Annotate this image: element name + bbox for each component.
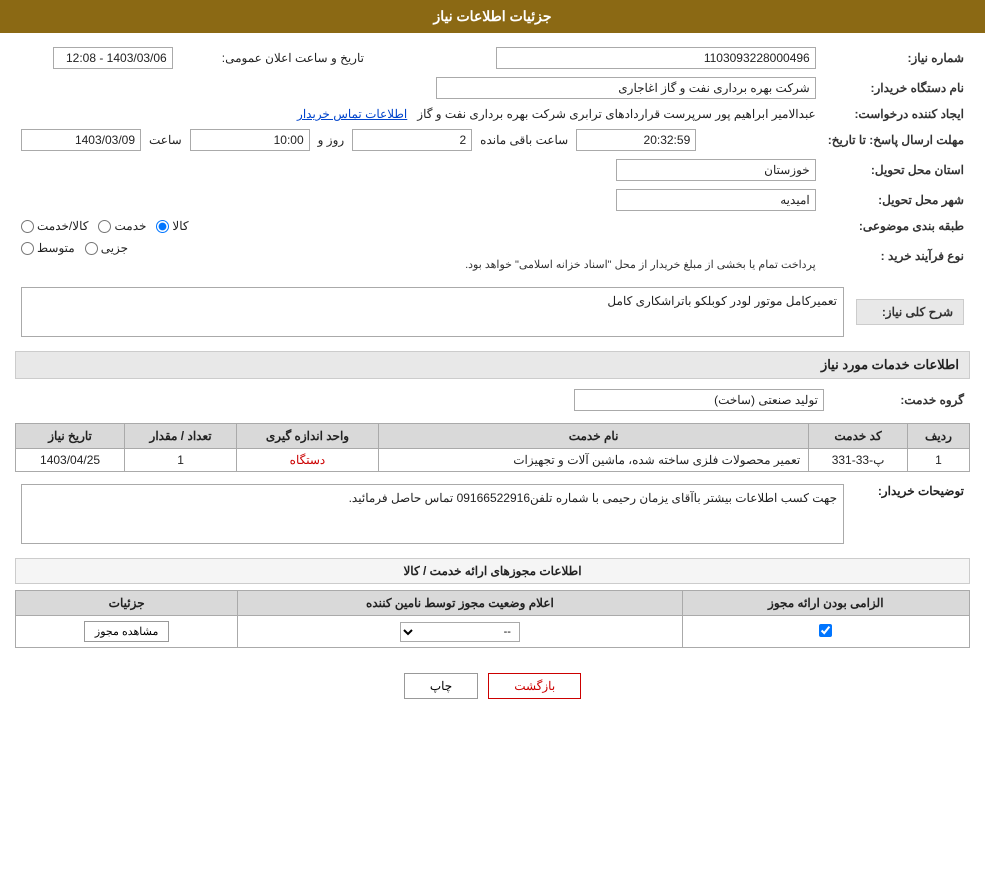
- category-label-goods: کالا: [172, 219, 188, 233]
- top-info-table: شماره نیاز: 1103093228000496 تاریخ و ساع…: [15, 43, 970, 275]
- deadline-row: 1403/03/09 ساعت 10:00 روز و 2 ساعت باقی …: [21, 129, 816, 151]
- need-number-label: شماره نیاز:: [822, 43, 970, 73]
- col-header-unit: واحد اندازه گیری: [237, 424, 379, 449]
- services-section-header: اطلاعات خدمات مورد نیاز: [15, 351, 970, 379]
- services-table: ردیف کد خدمت نام خدمت واحد اندازه گیری ت…: [15, 423, 970, 472]
- permits-required-cell: [682, 616, 969, 648]
- service-code: پ-33-331: [809, 449, 908, 472]
- announce-label: تاریخ و ساعت اعلان عمومی:: [179, 43, 370, 73]
- permits-details-cell: مشاهده مجوز: [16, 616, 238, 648]
- creator-name: عبدالامیر ابراهیم پور سرپرست قراردادهای …: [417, 107, 815, 121]
- page-header: جزئیات اطلاعات نیاز: [0, 0, 985, 33]
- purchase-label-medium: متوسط: [37, 241, 75, 255]
- action-buttons-row: بازگشت چاپ: [15, 658, 970, 714]
- permits-status-cell: --: [238, 616, 682, 648]
- page-title: جزئیات اطلاعات نیاز: [433, 8, 551, 24]
- contact-link[interactable]: اطلاعات تماس خریدار: [297, 107, 407, 121]
- general-desc-table: شرح کلی نیاز: تعمیرکامل موتور لودر کوبلک…: [15, 283, 970, 341]
- category-radio-service[interactable]: [98, 220, 111, 233]
- service-group-value: تولید صنعتی (ساخت): [574, 389, 824, 411]
- province-value: خوزستان: [616, 159, 816, 181]
- permits-table: الزامی بودن ارائه مجوز اعلام وضعیت مجوز …: [15, 590, 970, 648]
- purchase-radio-small[interactable]: [85, 242, 98, 255]
- print-button[interactable]: چاپ: [404, 673, 478, 699]
- col-header-qty: تعداد / مقدار: [125, 424, 237, 449]
- service-unit: دستگاه: [237, 449, 379, 472]
- service-quantity: 1: [125, 449, 237, 472]
- category-label: طبقه بندی موضوعی:: [822, 215, 970, 237]
- need-number-value: 1103093228000496: [410, 43, 822, 73]
- category-radio-goods[interactable]: [156, 220, 169, 233]
- category-radio-goods-service[interactable]: [21, 220, 34, 233]
- purchase-option-medium: متوسط: [21, 241, 75, 255]
- purchase-note: پرداخت تمام یا بخشی از مبلغ خریدار از مح…: [21, 258, 816, 271]
- need-number-field: 1103093228000496: [496, 47, 816, 69]
- buyer-org-value: شرکت بهره برداری نفت و گاز اغاجاری: [436, 77, 816, 99]
- deadline-remaining: 20:32:59: [576, 129, 696, 151]
- purchase-type-radio-group: متوسط جزیی: [21, 241, 816, 255]
- deadline-label: مهلت ارسال پاسخ: تا تاریخ:: [822, 125, 970, 155]
- creator-label: ایجاد کننده درخواست:: [822, 103, 970, 125]
- purchase-radio-medium[interactable]: [21, 242, 34, 255]
- general-desc-section-header: شرح کلی نیاز:: [856, 299, 964, 325]
- deadline-days: 2: [352, 129, 472, 151]
- table-row: 1 پ-33-331 تعمیر محصولات فلزی ساخته شده،…: [16, 449, 970, 472]
- view-permit-button[interactable]: مشاهده مجوز: [84, 621, 169, 642]
- deadline-time-label: ساعت: [149, 133, 182, 147]
- col-header-name: نام خدمت: [378, 424, 808, 449]
- city-value: امیدیه: [616, 189, 816, 211]
- category-radio-group: کالا/خدمت خدمت کالا: [21, 219, 816, 233]
- col-header-row: ردیف: [907, 424, 969, 449]
- buyer-notes-label: توضیحات خریدار:: [850, 480, 970, 548]
- category-label-service: خدمت: [114, 219, 146, 233]
- category-option-goods: کالا: [156, 219, 188, 233]
- col-header-date: تاریخ نیاز: [16, 424, 125, 449]
- permits-col-required: الزامی بودن ارائه مجوز: [682, 591, 969, 616]
- city-label: شهر محل تحویل:: [822, 185, 970, 215]
- service-group-table: گروه خدمت: تولید صنعتی (ساخت): [15, 385, 970, 415]
- back-button[interactable]: بازگشت: [488, 673, 581, 699]
- permits-status-dropdown[interactable]: --: [400, 622, 520, 642]
- service-group-label: گروه خدمت:: [830, 385, 970, 415]
- purchase-option-small: جزیی: [85, 241, 128, 255]
- permits-row: -- مشاهده مجوز: [16, 616, 970, 648]
- permits-col-details: جزئیات: [16, 591, 238, 616]
- row-num: 1: [907, 449, 969, 472]
- deadline-day-label: روز و: [318, 133, 345, 147]
- buyer-notes-box: جهت کسب اطلاعات بیشتر باآقای یزمان رحیمی…: [21, 484, 844, 544]
- buyer-org-label: نام دستگاه خریدار:: [822, 73, 970, 103]
- province-label: استان محل تحویل:: [822, 155, 970, 185]
- page-wrapper: جزئیات اطلاعات نیاز شماره نیاز: 11030932…: [0, 0, 985, 875]
- permits-required-checkbox[interactable]: [819, 624, 832, 637]
- service-date: 1403/04/25: [16, 449, 125, 472]
- announce-date: 1403/03/06 - 12:08: [53, 47, 173, 69]
- deadline-remaining-label: ساعت باقی مانده: [480, 133, 568, 147]
- general-desc-box: تعمیرکامل موتور لودر کوبلکو باتراشکاری ک…: [21, 287, 844, 337]
- deadline-time: 10:00: [190, 129, 310, 151]
- buyer-notes-table: توضیحات خریدار: جهت کسب اطلاعات بیشتر با…: [15, 480, 970, 548]
- service-name: تعمیر محصولات فلزی ساخته شده، ماشین آلات…: [378, 449, 808, 472]
- purchase-label-small: جزیی: [101, 241, 128, 255]
- main-content: شماره نیاز: 1103093228000496 تاریخ و ساع…: [0, 33, 985, 724]
- category-label-goods-service: کالا/خدمت: [37, 219, 88, 233]
- deadline-date: 1403/03/09: [21, 129, 141, 151]
- permits-section-header: اطلاعات مجوزهای ارائه خدمت / کالا: [15, 558, 970, 584]
- purchase-type-label: نوع فرآیند خرید :: [822, 237, 970, 275]
- permits-col-status: اعلام وضعیت مجوز توسط نامین کننده: [238, 591, 682, 616]
- category-option-goods-service: کالا/خدمت: [21, 219, 88, 233]
- category-option-service: خدمت: [98, 219, 146, 233]
- col-header-code: کد خدمت: [809, 424, 908, 449]
